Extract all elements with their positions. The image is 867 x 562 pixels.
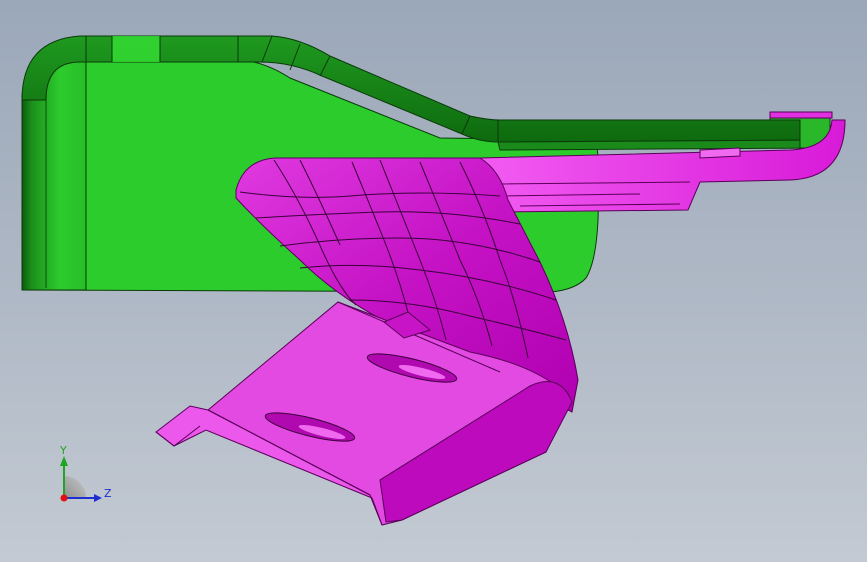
3d-viewport[interactable]: Y Z bbox=[0, 0, 867, 562]
clip-part[interactable] bbox=[155, 111, 846, 526]
z-axis-label: Z bbox=[104, 487, 112, 500]
y-axis-arrow bbox=[60, 456, 68, 466]
x-axis-dot bbox=[60, 494, 68, 502]
y-axis-label: Y bbox=[59, 444, 67, 457]
orientation-triad[interactable]: Y Z bbox=[59, 444, 112, 502]
triad-quadrant bbox=[64, 476, 86, 498]
z-axis-arrow bbox=[94, 494, 102, 502]
